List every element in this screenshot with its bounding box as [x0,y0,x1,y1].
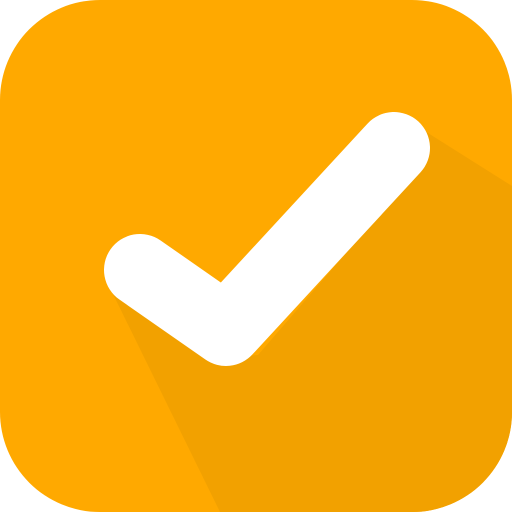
checkmark-app-icon[interactable] [0,0,512,512]
checkmark-icon [0,0,512,512]
